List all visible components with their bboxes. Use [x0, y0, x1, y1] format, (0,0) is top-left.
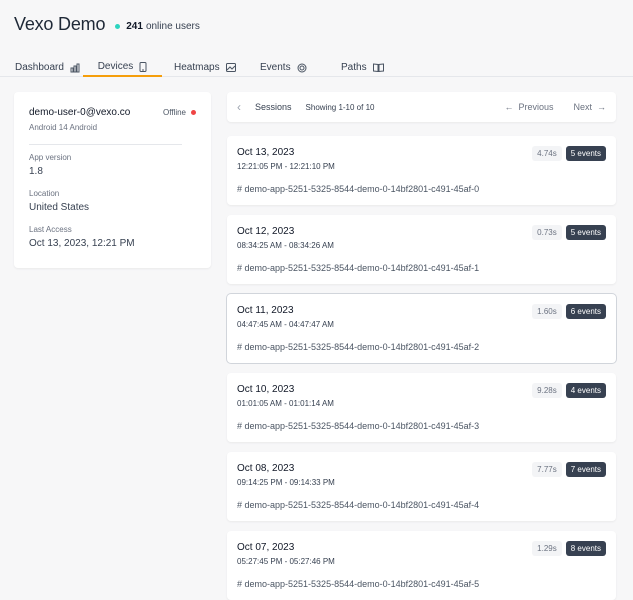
session-events-badge: 7 events [565, 462, 606, 477]
session-events-badge: 5 events [565, 146, 606, 161]
last-access-label: Last Access [29, 225, 72, 234]
session-card[interactable]: Oct 12, 2023 08:34:25 AM - 08:34:26 AM #… [227, 215, 616, 284]
device-email: demo-user-0@vexo.co [29, 107, 131, 118]
offline-dot-icon [191, 110, 196, 115]
location-label: Location [29, 189, 60, 198]
session-id: # demo-app-5251-5325-8544-demo-0-14bf280… [237, 342, 480, 352]
session-id: # demo-app-5251-5325-8544-demo-0-14bf280… [237, 263, 480, 273]
tab-heatmaps[interactable]: Heatmaps [174, 58, 236, 77]
session-time-range: 01:01:05 AM - 01:01:14 AM [237, 399, 334, 408]
status-badge: Offline [163, 108, 196, 117]
session-events-badge: 6 events [565, 304, 606, 319]
next-label: Next [573, 102, 592, 112]
session-events-badge: 8 events [565, 541, 606, 556]
book-icon [372, 63, 384, 72]
session-duration: 1.29s [532, 541, 562, 556]
image-icon [225, 63, 236, 72]
app-title: Vexo Demo [14, 14, 106, 34]
status-label: Offline [163, 108, 186, 117]
tab-paths-label: Paths [341, 62, 367, 73]
nav-tabs: Dashboard Devices Heatmaps Events Paths [0, 52, 633, 77]
tab-heatmaps-label: Heatmaps [174, 62, 220, 73]
session-duration: 4.74s [532, 146, 562, 161]
sessions-toolbar: ‹ Sessions Showing 1-10 of 10 ← Previous… [227, 92, 616, 122]
session-events-badge: 4 events [565, 383, 606, 398]
previous-label: Previous [518, 102, 554, 112]
app-header: Vexo Demo 241 online users [14, 14, 200, 35]
target-icon [297, 63, 307, 73]
session-time-range: 05:27:45 PM - 05:27:46 PM [237, 557, 335, 566]
session-id: # demo-app-5251-5325-8544-demo-0-14bf280… [237, 500, 480, 510]
pagination-summary: Showing 1-10 of 10 [305, 102, 375, 112]
divider [29, 144, 182, 145]
next-button[interactable]: Next → [573, 102, 606, 112]
location-value: United States [29, 202, 90, 213]
tab-events-label: Events [260, 62, 291, 73]
phone-icon [139, 61, 147, 72]
arrow-left-icon: ← [504, 102, 514, 112]
session-card[interactable]: Oct 10, 2023 01:01:05 AM - 01:01:14 AM #… [227, 373, 616, 442]
session-time-range: 08:34:25 AM - 08:34:26 AM [237, 241, 334, 250]
chevron-left-icon[interactable]: ‹ [237, 100, 241, 114]
session-card[interactable]: Oct 11, 2023 04:47:45 AM - 04:47:47 AM #… [227, 294, 616, 363]
session-card[interactable]: Oct 08, 2023 09:14:25 PM - 09:14:33 PM #… [227, 452, 616, 521]
last-access-value: Oct 13, 2023, 12:21 PM [29, 238, 135, 249]
session-duration: 9.28s [532, 383, 562, 398]
tab-devices-label: Devices [97, 61, 134, 72]
session-time-range: 09:14:25 PM - 09:14:33 PM [237, 478, 335, 487]
arrow-right-icon: → [597, 102, 606, 112]
tab-devices[interactable]: Devices [83, 58, 162, 77]
previous-button[interactable]: ← Previous [504, 102, 553, 112]
session-duration: 0.73s [532, 225, 562, 240]
session-events-badge: 5 events [565, 225, 606, 240]
session-duration: 7.77s [532, 462, 562, 477]
session-id: # demo-app-5251-5325-8544-demo-0-14bf280… [237, 184, 480, 194]
tab-dashboard[interactable]: Dashboard [15, 58, 80, 77]
tab-dashboard-label: Dashboard [15, 62, 64, 73]
device-os: Android 14 Android [29, 123, 98, 132]
session-card[interactable]: Oct 13, 2023 12:21:05 PM - 12:21:10 PM #… [227, 136, 616, 205]
sessions-title: Sessions [255, 102, 292, 112]
session-time-range: 04:47:45 AM - 04:47:47 AM [237, 320, 334, 329]
app-version-value: 1.8 [29, 166, 43, 177]
online-dot-icon [115, 23, 121, 29]
session-id: # demo-app-5251-5325-8544-demo-0-14bf280… [237, 421, 480, 431]
online-users-indicator: 241 online users [115, 21, 200, 32]
online-label: online users [145, 20, 200, 32]
app-version-label: App version [29, 153, 72, 162]
device-info-card: demo-user-0@vexo.co Android 14 Android O… [14, 92, 211, 268]
session-duration: 1.60s [532, 304, 562, 319]
tab-paths[interactable]: Paths [341, 58, 384, 77]
session-card[interactable]: Oct 07, 2023 05:27:45 PM - 05:27:46 PM #… [227, 531, 616, 600]
session-time-range: 12:21:05 PM - 12:21:10 PM [237, 162, 335, 171]
session-id: # demo-app-5251-5325-8544-demo-0-14bf280… [237, 579, 480, 589]
tab-events[interactable]: Events [260, 58, 307, 77]
online-count: 241 [126, 20, 143, 32]
bar-chart-icon [70, 63, 80, 73]
